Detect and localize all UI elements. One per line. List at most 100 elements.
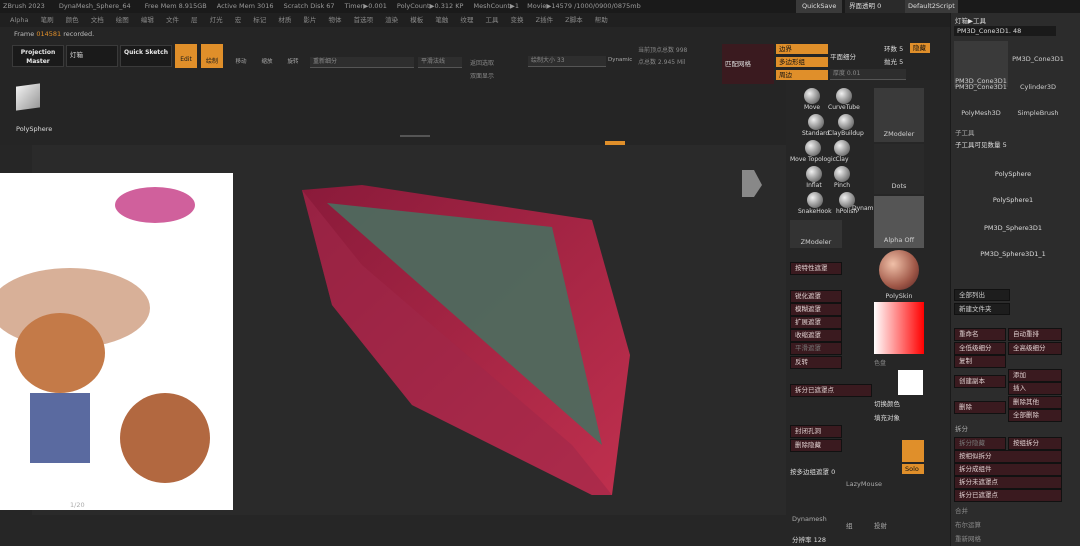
menu-item[interactable]: 模板 <box>410 16 423 24</box>
hide-toggle[interactable]: 隐藏 <box>910 43 930 53</box>
subtool-header[interactable]: 子工具 <box>955 127 975 137</box>
menu-item[interactable]: Z插件 <box>536 16 553 24</box>
grow-mask-button[interactable]: 扩展遮罩 <box>790 316 842 329</box>
brush-inflat[interactable]: Inflat <box>806 166 822 189</box>
menu-item[interactable]: 笔刷 <box>41 16 54 24</box>
dynamic-toggle[interactable]: Dynamic <box>608 57 632 63</box>
menu-item[interactable]: 渲染 <box>385 16 398 24</box>
zmodeler-brush[interactable]: ZModeler <box>874 88 924 142</box>
solo-button[interactable] <box>902 440 924 462</box>
polysphere-thumbnail[interactable]: PolySphere <box>12 83 52 133</box>
brush-move-topologic[interactable]: Move Topologic <box>790 140 836 163</box>
material-polyskin[interactable]: PolySkin <box>874 250 924 302</box>
zmodeler-small-button[interactable]: ZModeler <box>790 220 842 248</box>
lazymouse-button[interactable]: LazyMouse <box>846 480 882 488</box>
menu-item[interactable]: 笔触 <box>435 16 448 24</box>
brush-standard[interactable]: Standard <box>802 114 829 137</box>
split-masked-button[interactable]: 拆分已遮罩点 <box>790 384 872 397</box>
draw-mode-button[interactable]: 绘制 <box>201 44 223 68</box>
menu-item[interactable]: Z脚本 <box>565 16 582 24</box>
dots-stroke[interactable]: Dots <box>874 144 924 194</box>
split-by-group-button[interactable]: 按组拆分 <box>1008 437 1062 450</box>
rotate-mode-button[interactable]: 旋转 <box>282 45 304 67</box>
tool-thumb-5[interactable]: PolyMesh3D <box>954 97 1008 119</box>
menu-item[interactable]: Alpha <box>10 16 28 24</box>
merge-header[interactable]: 合并 <box>955 505 968 515</box>
split-parts-button[interactable]: 拆分成组件 <box>954 463 1062 476</box>
delete-button[interactable]: 删除 <box>954 401 1006 414</box>
menu-item[interactable]: 标记 <box>253 16 266 24</box>
menu-item[interactable]: 影片 <box>303 16 316 24</box>
border-toggle[interactable]: 边界 <box>776 44 828 54</box>
menu-item[interactable]: 绘图 <box>116 16 129 24</box>
move-mode-button[interactable]: 移动 <box>230 45 252 67</box>
split-masked-button-2[interactable]: 拆分已遮罩点 <box>954 489 1062 502</box>
shrink-mask-button[interactable]: 收缩遮罩 <box>790 329 842 342</box>
brush-pinch[interactable]: Pinch <box>834 166 850 189</box>
dynamesh-button[interactable]: Dynamesh <box>792 515 827 523</box>
thickness-slider[interactable]: 厚度 0.01 <box>830 69 906 80</box>
menu-item[interactable]: 层 <box>191 16 198 24</box>
invert-mask-button[interactable]: 反转 <box>790 356 842 369</box>
split-hidden-button[interactable]: 拆分隐藏 <box>954 437 1006 450</box>
smooth-mask-button[interactable]: 平滑遮罩 <box>790 342 842 355</box>
perimeter-toggle[interactable]: 周边 <box>776 70 828 80</box>
menu-item[interactable]: 首选项 <box>354 16 374 24</box>
quick-sketch-button[interactable]: Quick Sketch <box>120 45 172 67</box>
auto-reorder-button[interactable]: 自动重排 <box>1008 328 1062 341</box>
main-color-swatch[interactable] <box>898 370 923 395</box>
menu-item[interactable]: 颜色 <box>66 16 79 24</box>
default-script-button[interactable]: Default2Script <box>905 0 958 13</box>
subtool-item[interactable]: PM3D_Sphere3D1_1 <box>963 250 1063 258</box>
loops-slider[interactable]: 环数 5 <box>884 43 903 53</box>
menu-item[interactable]: 灯光 <box>210 16 223 24</box>
projection-master-button[interactable]: Projection Master <box>12 45 64 67</box>
edit-mode-button[interactable]: Edit <box>175 44 197 68</box>
delete-all-button[interactable]: 全部删除 <box>1008 409 1062 422</box>
delete-other-button[interactable]: 删除其他 <box>1008 396 1062 409</box>
create-instance-button[interactable]: 创建副本 <box>954 375 1006 388</box>
split-similar-button[interactable]: 按相似拆分 <box>954 450 1062 463</box>
tool-thumb-3[interactable]: PM3D_Cone3D1 <box>954 73 1008 95</box>
polish-slider[interactable]: 抛光 5 <box>884 56 903 66</box>
menu-item[interactable]: 材质 <box>278 16 291 24</box>
match-mesh-button[interactable]: 匹配网格 <box>722 44 774 84</box>
brush-snakehook[interactable]: SnakeHook <box>798 192 832 215</box>
fill-object-button[interactable]: 填充对象 <box>874 412 900 422</box>
all-low-button[interactable]: 全低级细分 <box>954 342 1006 355</box>
menu-item[interactable]: 物体 <box>329 16 342 24</box>
brush-clay[interactable]: Clay <box>834 140 850 163</box>
color-picker[interactable] <box>874 302 924 354</box>
menu-item[interactable]: 宏 <box>235 16 242 24</box>
lightbox-tool-header[interactable]: 灯箱▶工具 <box>955 15 986 25</box>
subtool-item[interactable]: PolySphere <box>963 170 1063 178</box>
group-toggle[interactable]: 组 <box>846 520 853 530</box>
copy-button[interactable]: 复制 <box>954 355 1006 368</box>
sub-b-button[interactable]: 双面显示 <box>470 71 494 80</box>
all-high-button[interactable]: 全高级细分 <box>1008 342 1062 355</box>
brush-claybuildup[interactable]: ClayBuildup <box>828 114 864 137</box>
rename-button[interactable]: 重命名 <box>954 328 1006 341</box>
delete-hidden-button[interactable]: 删除隐藏 <box>790 439 842 452</box>
switch-color-button[interactable]: 切换颜色 <box>874 398 900 408</box>
sub-a-button[interactable]: 返回选取 <box>470 58 494 67</box>
tool-thumb-6[interactable]: SimpleBrush <box>1011 97 1065 119</box>
subtool-item[interactable]: PM3D_Sphere3D1 <box>963 224 1063 232</box>
solo-label[interactable]: Solo <box>902 464 924 474</box>
menu-item[interactable]: 变换 <box>511 16 524 24</box>
split-header[interactable]: 拆分 <box>955 423 968 433</box>
append-button[interactable]: 添加 <box>1008 369 1062 382</box>
scale-mode-button[interactable]: 缩放 <box>256 45 278 67</box>
boolean-header[interactable]: 布尔运算 <box>955 519 981 529</box>
polygroup-toggle[interactable]: 多边形组 <box>776 57 828 67</box>
list-all-button[interactable]: 全部列出 <box>954 289 1010 301</box>
menu-item[interactable]: 帮助 <box>595 16 608 24</box>
menu-item[interactable]: 编辑 <box>141 16 154 24</box>
smooth-normals-button[interactable]: 平滑法线 <box>418 57 462 68</box>
close-holes-button[interactable]: 封闭孔洞 <box>790 425 842 438</box>
menu-item[interactable]: 文件 <box>166 16 179 24</box>
group-mask-slider[interactable]: 按多边组遮罩 0 <box>790 466 835 476</box>
sharpen-mask-button[interactable]: 锐化遮罩 <box>790 290 842 303</box>
lightbox-button[interactable]: 灯箱 <box>66 45 118 67</box>
brush-curvetube[interactable]: CurveTube <box>828 88 860 111</box>
